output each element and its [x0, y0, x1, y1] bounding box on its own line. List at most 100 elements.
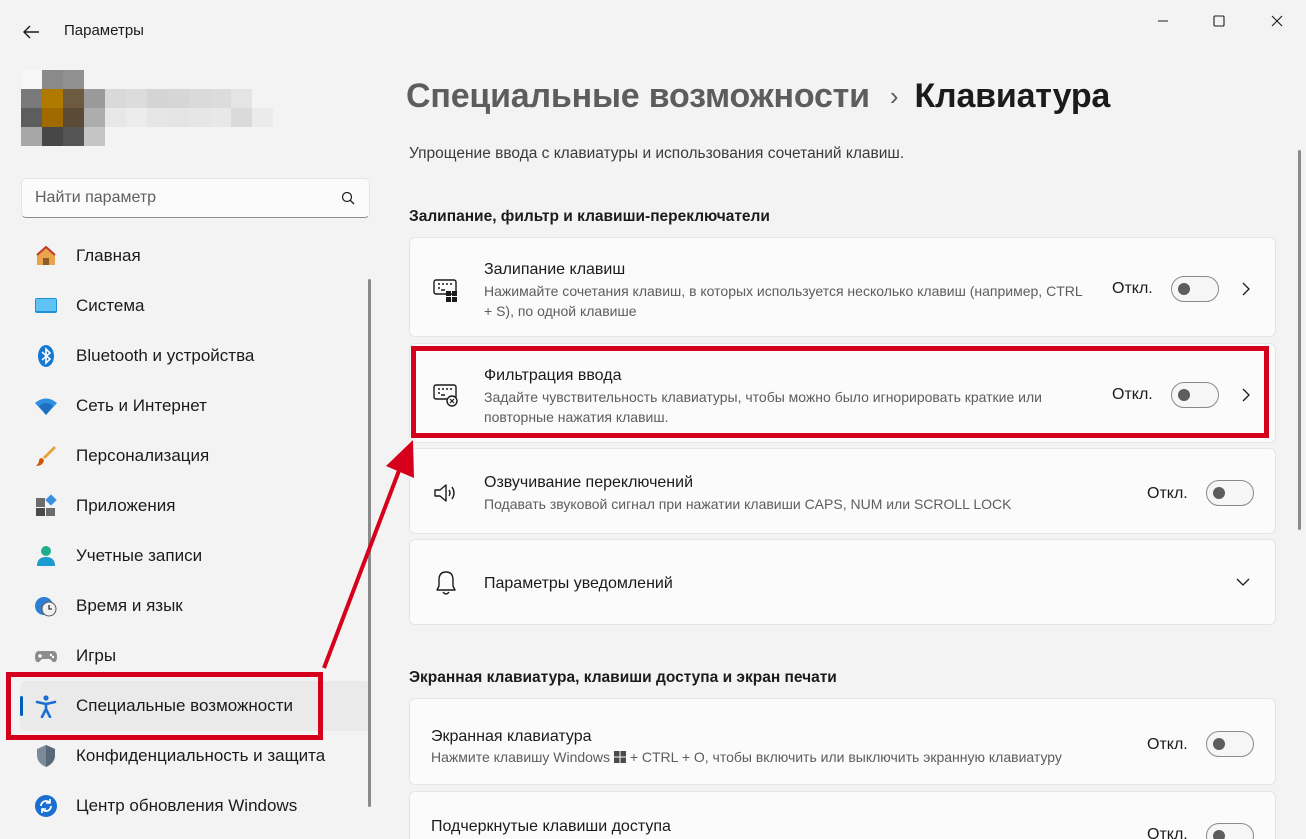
avatar-pixel — [63, 108, 84, 127]
avatar-pixel — [252, 108, 273, 127]
avatar-pixel — [126, 89, 147, 108]
back-button[interactable] — [14, 18, 48, 46]
update-icon — [34, 794, 58, 818]
sticky-keys-card[interactable]: Залипание клавиш Нажимайте сочетания кла… — [409, 237, 1276, 337]
avatar-pixel — [105, 108, 126, 127]
avatar-pixel — [147, 108, 168, 127]
sticky-keys-icon — [432, 276, 460, 304]
toggle-state-label: Откл. — [1147, 736, 1188, 753]
close-button[interactable] — [1254, 6, 1300, 36]
search-input[interactable] — [22, 179, 332, 217]
sidebar-nav: Главная Система Bluetooth и устройства С… — [20, 231, 370, 831]
toggle-state-label: Откл. — [1112, 280, 1153, 297]
on-screen-keyboard-toggle[interactable] — [1206, 731, 1254, 757]
sidebar-item-home[interactable]: Главная — [20, 231, 370, 281]
avatar-pixel — [21, 127, 42, 146]
monitor-icon — [34, 294, 58, 318]
sidebar-item-bluetooth[interactable]: Bluetooth и устройства — [20, 331, 370, 381]
chevron-right-icon[interactable] — [1236, 279, 1256, 299]
toggle-state-label: Откл. — [1147, 826, 1188, 839]
avatar-pixel — [42, 89, 63, 108]
section-title: Экранная клавиатура, клавиши доступа и э… — [409, 669, 837, 686]
page-description: Упрощение ввода с клавиатуры и использов… — [409, 145, 905, 162]
avatar-pixel — [21, 70, 42, 89]
sidebar-item-accounts[interactable]: Учетные записи — [20, 531, 370, 581]
sidebar-item-system[interactable]: Система — [20, 281, 370, 331]
avatar-pixel — [252, 70, 273, 89]
avatar-pixel — [147, 70, 168, 89]
avatar-pixel — [105, 127, 126, 146]
avatar-pixel — [231, 108, 252, 127]
avatar-pixel — [147, 89, 168, 108]
main-scrollbar[interactable] — [1298, 150, 1301, 530]
card-description: Подавать звуковой сигнал при нажатии кла… — [484, 496, 1012, 512]
breadcrumb-parent[interactable]: Специальные возможности — [406, 77, 870, 116]
avatar-pixel — [126, 108, 147, 127]
notification-settings-card[interactable]: Параметры уведомлений — [409, 539, 1276, 625]
avatar-pixel — [126, 70, 147, 89]
toggle-keys-card[interactable]: Озвучивание переключений Подавать звуков… — [409, 448, 1276, 534]
avatar[interactable] — [21, 70, 273, 146]
brush-icon — [34, 444, 58, 468]
avatar-pixel — [210, 127, 231, 146]
maximize-button[interactable] — [1196, 6, 1242, 36]
windows-logo-icon — [613, 751, 626, 763]
title-bar: Параметры — [0, 0, 1306, 62]
maximize-icon — [1213, 15, 1225, 27]
avatar-pixel — [84, 70, 105, 89]
toggle-state-label: Откл. — [1147, 485, 1188, 502]
avatar-pixel — [105, 70, 126, 89]
avatar-pixel — [168, 70, 189, 89]
on-screen-keyboard-card[interactable]: Экранная клавиатура Нажмите клавишу Wind… — [409, 698, 1276, 785]
avatar-pixel — [105, 89, 126, 108]
avatar-pixel — [147, 127, 168, 146]
avatar-pixel — [42, 108, 63, 127]
arrow-left-icon — [23, 25, 39, 39]
avatar-pixel — [210, 70, 231, 89]
avatar-pixel — [21, 89, 42, 108]
speaker-icon — [432, 479, 460, 507]
underline-access-keys-card[interactable]: Подчеркнутые клавиши доступа Откл. — [409, 791, 1276, 839]
search-icon[interactable] — [341, 191, 355, 205]
page-title: Клавиатура — [914, 76, 1111, 115]
card-title: Параметры уведомлений — [484, 575, 673, 592]
avatar-pixel — [63, 70, 84, 89]
sidebar-item-network[interactable]: Сеть и Интернет — [20, 381, 370, 431]
card-description: Нажмите клавишу Windows + CTRL + O, чтоб… — [431, 749, 1062, 765]
chevron-down-icon[interactable] — [1233, 572, 1253, 592]
minimize-button[interactable] — [1140, 6, 1186, 36]
sidebar-item-time-language[interactable]: Время и язык — [20, 581, 370, 631]
avatar-pixel — [126, 127, 147, 146]
avatar-pixel — [231, 89, 252, 108]
person-icon — [34, 544, 58, 568]
sidebar-item-apps[interactable]: Приложения — [20, 481, 370, 531]
avatar-pixel — [84, 108, 105, 127]
highlight-box-filter-keys — [411, 346, 1269, 438]
sticky-keys-toggle[interactable] — [1171, 276, 1219, 302]
card-description: Нажимайте сочетания клавиш, в которых ис… — [484, 283, 1083, 319]
toggle-keys-toggle[interactable] — [1206, 480, 1254, 506]
section-title: Залипание, фильтр и клавиши-переключател… — [409, 208, 770, 225]
underline-access-keys-toggle[interactable] — [1206, 823, 1254, 839]
avatar-pixel — [63, 127, 84, 146]
avatar-pixel — [189, 127, 210, 146]
minimize-icon — [1158, 20, 1168, 22]
bluetooth-icon — [34, 344, 58, 368]
shield-icon — [34, 744, 58, 768]
avatar-pixel — [84, 127, 105, 146]
wifi-icon — [34, 394, 58, 418]
sidebar-scrollbar[interactable] — [368, 279, 371, 807]
app-title: Параметры — [64, 22, 144, 39]
card-title: Залипание клавиш — [484, 261, 626, 278]
breadcrumb: Специальные возможности › Клавиатура — [406, 74, 1110, 118]
avatar-pixel — [84, 89, 105, 108]
avatar-pixel — [168, 108, 189, 127]
avatar-pixel — [210, 108, 231, 127]
highlight-box-accessibility — [6, 672, 323, 740]
sidebar-item-windows-update[interactable]: Центр обновления Windows — [20, 781, 370, 831]
sidebar-item-personalization[interactable]: Персонализация — [20, 431, 370, 481]
avatar-pixel — [42, 70, 63, 89]
search-box[interactable] — [21, 178, 370, 218]
avatar-pixel — [63, 89, 84, 108]
card-title: Озвучивание переключений — [484, 474, 694, 491]
